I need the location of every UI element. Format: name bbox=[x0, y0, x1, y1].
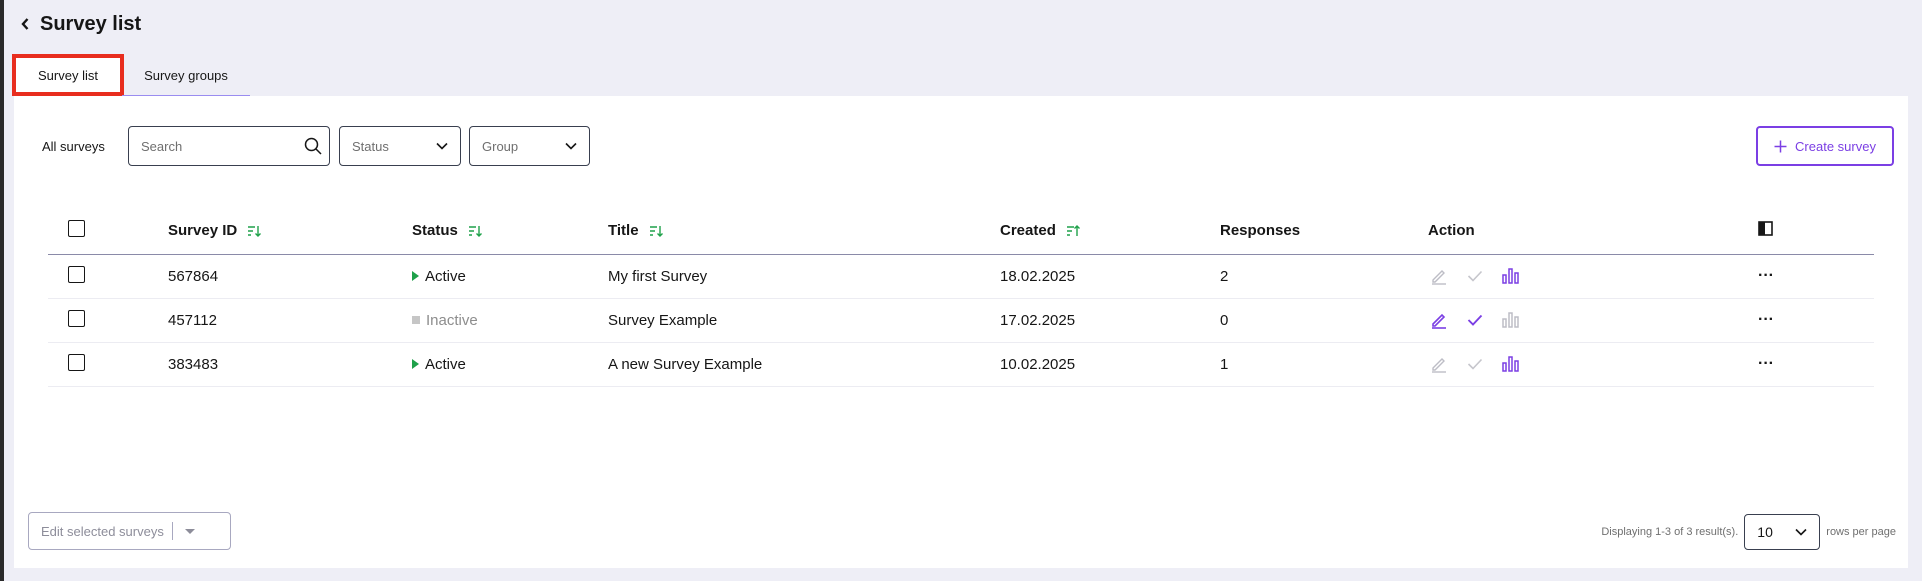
displaying-results: Displaying 1-3 of 3 result(s). bbox=[1601, 526, 1739, 538]
create-survey-button[interactable]: Create survey bbox=[1756, 126, 1894, 166]
status-label: Active bbox=[425, 355, 466, 373]
sort-descending-icon[interactable] bbox=[468, 224, 483, 238]
chevron-down-icon bbox=[565, 142, 577, 150]
more-options-icon[interactable]: ··· bbox=[1758, 267, 1774, 284]
tab-bar: Survey list Survey groups bbox=[12, 54, 250, 96]
inactive-status-icon bbox=[412, 316, 420, 324]
row-checkbox[interactable] bbox=[68, 265, 85, 283]
column-label: Created bbox=[1000, 222, 1056, 240]
edit-pencil-icon[interactable] bbox=[1428, 353, 1450, 375]
results-chart-icon[interactable] bbox=[1500, 309, 1522, 331]
rows-per-page-select[interactable]: 10 bbox=[1744, 514, 1821, 550]
activate-check-icon[interactable] bbox=[1464, 353, 1486, 375]
status-filter-dropdown[interactable]: Status bbox=[339, 126, 461, 166]
activate-check-icon[interactable] bbox=[1464, 265, 1486, 287]
column-header-survey-id[interactable]: Survey ID bbox=[168, 208, 412, 255]
column-label: Status bbox=[412, 222, 458, 240]
column-label: Title bbox=[608, 222, 639, 240]
edit-pencil-icon[interactable] bbox=[1428, 309, 1450, 331]
column-settings-icon[interactable] bbox=[1758, 221, 1773, 237]
status-filter-label: Status bbox=[352, 138, 389, 154]
created-cell: 17.02.2025 bbox=[1000, 298, 1220, 343]
row-checkbox[interactable] bbox=[68, 353, 85, 371]
search-box[interactable] bbox=[128, 126, 330, 166]
action-buttons bbox=[1428, 265, 1758, 287]
group-filter-dropdown[interactable]: Group bbox=[469, 126, 590, 166]
filter-toolbar: All surveys Status Group Create survey bbox=[28, 126, 1894, 168]
survey-id-cell: 383483 bbox=[168, 342, 412, 387]
status-cell: Inactive bbox=[412, 312, 608, 329]
status-cell: Active bbox=[412, 356, 608, 373]
status-label: Inactive bbox=[426, 311, 478, 329]
create-survey-label: Create survey bbox=[1795, 138, 1876, 154]
window-edge bbox=[0, 0, 4, 581]
column-settings[interactable] bbox=[1758, 208, 1874, 255]
edit-pencil-icon[interactable] bbox=[1428, 265, 1450, 287]
chevron-left-icon[interactable] bbox=[20, 14, 34, 34]
chevron-down-icon bbox=[436, 142, 448, 150]
column-header-created[interactable]: Created bbox=[1000, 208, 1220, 255]
column-header-status[interactable]: Status bbox=[412, 208, 608, 255]
rows-per-page-label: rows per page bbox=[1826, 526, 1896, 538]
caret-down-icon[interactable] bbox=[184, 528, 195, 534]
survey-id-cell: 457112 bbox=[168, 298, 412, 343]
rows-per-page-value: 10 bbox=[1757, 524, 1773, 540]
plus-icon bbox=[1774, 140, 1787, 152]
responses-cell: 1 bbox=[1220, 342, 1428, 387]
title-cell: Survey Example bbox=[608, 298, 1000, 343]
column-header-title[interactable]: Title bbox=[608, 208, 1000, 255]
action-buttons bbox=[1428, 309, 1758, 331]
created-cell: 18.02.2025 bbox=[1000, 254, 1220, 299]
more-options-icon[interactable]: ··· bbox=[1758, 311, 1774, 328]
table-header-row: Survey ID Status Title Created Responses… bbox=[48, 208, 1874, 255]
search-input[interactable] bbox=[129, 138, 294, 154]
title-cell: My first Survey bbox=[608, 254, 1000, 299]
page-header[interactable]: Survey list bbox=[20, 10, 141, 38]
column-header-action: Action bbox=[1428, 208, 1758, 255]
activate-check-icon[interactable] bbox=[1464, 309, 1486, 331]
active-status-icon bbox=[412, 271, 419, 281]
edit-selected-label: Edit selected surveys bbox=[29, 522, 173, 540]
table-row[interactable]: 567864 Active My first Survey 18.02.2025… bbox=[48, 254, 1874, 299]
survey-card: All surveys Status Group Create survey bbox=[14, 96, 1908, 568]
select-all-checkbox[interactable] bbox=[68, 220, 85, 238]
edit-selected-surveys-button[interactable]: Edit selected surveys bbox=[28, 512, 231, 550]
responses-cell: 0 bbox=[1220, 298, 1428, 343]
page-title: Survey list bbox=[40, 12, 142, 35]
status-label: Active bbox=[425, 267, 466, 285]
table-row[interactable]: 383483 Active A new Survey Example 10.02… bbox=[48, 342, 1874, 387]
active-status-icon bbox=[412, 359, 419, 369]
row-checkbox[interactable] bbox=[68, 309, 85, 327]
status-cell: Active bbox=[412, 268, 608, 285]
chevron-down-icon bbox=[1795, 528, 1807, 536]
column-label: Survey ID bbox=[168, 222, 238, 240]
pagination: Displaying 1-3 of 3 result(s). 10 rows p… bbox=[1601, 514, 1896, 550]
tab-survey-list[interactable]: Survey list bbox=[12, 54, 124, 96]
survey-table: Survey ID Status Title Created Responses… bbox=[48, 208, 1874, 387]
results-chart-icon[interactable] bbox=[1500, 353, 1522, 375]
table-row[interactable]: 457112 Inactive Survey Example 17.02.202… bbox=[48, 298, 1874, 343]
sort-ascending-icon[interactable] bbox=[1066, 224, 1081, 238]
action-buttons bbox=[1428, 353, 1758, 375]
all-surveys-label: All surveys bbox=[42, 139, 105, 154]
sort-descending-icon[interactable] bbox=[247, 224, 262, 238]
tab-survey-groups[interactable]: Survey groups bbox=[122, 56, 250, 96]
column-header-responses: Responses bbox=[1220, 208, 1428, 255]
more-options-icon[interactable]: ··· bbox=[1758, 355, 1774, 372]
group-filter-label: Group bbox=[482, 138, 519, 154]
title-cell: A new Survey Example bbox=[608, 342, 1000, 387]
created-cell: 10.02.2025 bbox=[1000, 342, 1220, 387]
results-chart-icon[interactable] bbox=[1500, 265, 1522, 287]
survey-id-cell: 567864 bbox=[168, 254, 412, 299]
search-icon[interactable] bbox=[303, 136, 323, 156]
sort-descending-icon[interactable] bbox=[649, 224, 663, 238]
responses-cell: 2 bbox=[1220, 254, 1428, 299]
